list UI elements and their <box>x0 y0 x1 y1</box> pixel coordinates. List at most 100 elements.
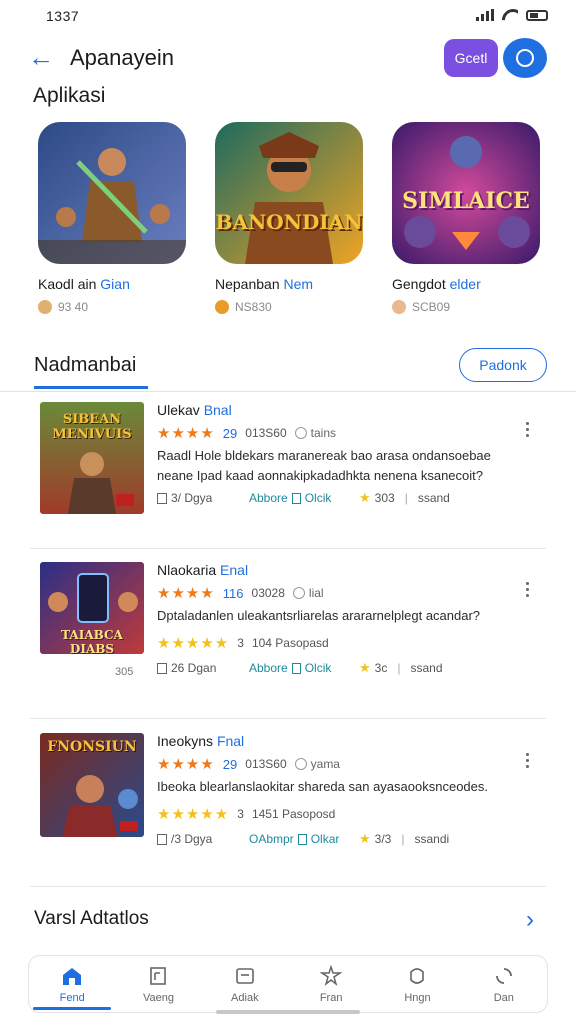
rating-value: 3 <box>237 807 244 821</box>
footer-b[interactable]: Abbore <box>249 661 288 675</box>
footer-b[interactable]: OAbmpr <box>249 832 294 846</box>
list-footer: /3 Dgya OAbmpr Olkar ★ 3/3 | ssandi <box>157 831 449 847</box>
list-rating-secondary: ★★★★★ 3 1451 Pasoposd <box>157 805 335 823</box>
app-icon-image: BANONDIAN <box>215 122 363 264</box>
list-thumbnail: TAIABCA DIABS <box>40 562 144 654</box>
coin-icon <box>38 300 52 314</box>
status-icons <box>476 9 548 21</box>
rating-value: 116 <box>222 585 244 601</box>
rating-count: 013S60 <box>245 426 287 440</box>
footer-b[interactable]: Abbore <box>249 491 288 505</box>
tag-chip: yama <box>295 757 340 771</box>
puzzle-icon <box>320 965 343 987</box>
footer-c2: ssand <box>417 491 450 505</box>
header-action-button[interactable]: Gcetl <box>444 39 498 77</box>
app-name: Kaodl ain <box>38 276 97 292</box>
nav-item-fran[interactable]: Fran <box>288 956 374 1012</box>
tv-icon <box>234 965 256 987</box>
list-thumbnail: SIBEAN MENIVUIS <box>40 402 144 514</box>
nav-label: Hngn <box>404 992 431 1004</box>
app-meta: SCB09 <box>412 300 451 314</box>
app-card[interactable]: SIMLAICE Gengdot elder SCB09 <box>392 122 552 314</box>
checkbox-icon <box>157 833 167 845</box>
recent-section-row[interactable]: Varsl Adtatlos › <box>0 896 576 944</box>
document-icon <box>147 965 169 987</box>
profile-circle-button[interactable] <box>503 38 547 78</box>
app-card[interactable]: Kaodl ain Gian 93 40 <box>38 122 198 314</box>
list-rating: ★★★★ 116 03028 lial <box>157 584 324 602</box>
list-item[interactable]: TAIABCA DIABS 305 Nlaokaria Enal ★★★★ 11… <box>0 562 576 722</box>
app-name: Gengdot <box>392 276 446 292</box>
app-name-accent: elder <box>449 276 481 292</box>
rating-value: 3 <box>237 636 244 650</box>
footer-b2[interactable]: Olcik <box>305 661 332 675</box>
app-icon-image: SIMLAICE <box>392 122 540 264</box>
nav-item-home[interactable]: Fend <box>29 956 115 1012</box>
nav-item-adiak[interactable]: Adiak <box>202 956 288 1012</box>
footer-c: 303 <box>374 491 395 505</box>
list-description: Ibeoka blearlanslaokitar shareda san aya… <box>157 779 488 794</box>
list-title: Nlaokaria <box>157 562 217 578</box>
nav-label: Adiak <box>231 992 259 1004</box>
list-footer: 3/ Dgya Abbore Olcik ★ 303 | ssand <box>157 490 450 506</box>
document-icon <box>291 492 301 504</box>
rating-value: 29 <box>222 756 238 772</box>
top-app-bar: ← Apanayein Gcetl <box>0 36 576 80</box>
more-options-icon[interactable] <box>526 753 530 768</box>
list-rating-secondary: ★★★★★ 3 104 Pasopasd <box>157 634 329 652</box>
apps-carousel: Kaodl ain Gian 93 40 BANONDIAN Nepanban … <box>0 122 576 322</box>
thumb-subtext: 305 <box>115 666 134 678</box>
app-icon-image <box>38 122 186 264</box>
list-item[interactable]: FNONSIUN Ineokyns Fnal ★★★★ 29 013S60 ya… <box>0 733 576 893</box>
more-options-icon[interactable] <box>526 582 530 597</box>
list-title: Ineokyns <box>157 733 214 749</box>
list-description: Dptaladanlen uleakantsrliarelas arararne… <box>157 608 481 623</box>
apps-section-title: Aplikasi <box>33 84 106 107</box>
thumb-title: SIBEAN MENIVUIS <box>52 412 132 442</box>
footer-c2: ssandi <box>414 832 450 846</box>
footer-b2[interactable]: Olkar <box>311 832 340 846</box>
nav-item-hngn[interactable]: Hngn <box>374 956 460 1012</box>
page-title: Apanayein <box>70 45 174 70</box>
tab-active[interactable]: Nadmanbai <box>34 354 136 377</box>
filter-button[interactable]: Padonk <box>459 348 547 382</box>
app-art-title: SIMLAICE <box>402 188 530 214</box>
list-rating: ★★★★ 29 013S60 tains <box>157 424 336 442</box>
chevron-right-icon[interactable]: › <box>526 906 534 934</box>
list-title-accent: Enal <box>220 562 249 578</box>
circle-icon <box>516 49 534 67</box>
tag-chip: tains <box>295 426 336 440</box>
bottom-navigation: Fend Vaeng Adiak Fran Hngn Dan <box>28 955 548 1013</box>
footer-c: 3/3 <box>374 832 392 846</box>
tag-chip: lial <box>293 586 324 600</box>
loader-icon <box>493 965 515 987</box>
status-time: 1337 <box>46 8 80 24</box>
list-description: Raadl Hole bldekars maranereak bao arasa… <box>157 448 491 483</box>
checkbox-icon <box>157 492 167 504</box>
tabs-row: Nadmanbai Padonk <box>0 344 576 392</box>
nav-label: Fend <box>59 992 85 1004</box>
rating-count: 03028 <box>251 586 285 600</box>
recent-section-title: Varsl Adtatlos <box>34 908 149 929</box>
list-rating: ★★★★ 29 013S60 yama <box>157 755 340 773</box>
app-name-accent: Nem <box>283 276 314 292</box>
coin-icon <box>215 300 229 314</box>
back-arrow-icon[interactable]: ← <box>28 44 54 70</box>
divider <box>30 548 546 549</box>
list-item[interactable]: SIBEAN MENIVUIS Ulekav Bnal ★★★★ 29 013S… <box>0 402 576 562</box>
divider <box>30 886 546 887</box>
star-icon: ★ <box>359 831 371 846</box>
shield-icon <box>406 965 428 987</box>
list-title-accent: Fnal <box>216 733 245 749</box>
nav-item-vaeng[interactable]: Vaeng <box>115 956 201 1012</box>
app-card[interactable]: BANONDIAN Nepanban Nem NS830 <box>215 122 375 314</box>
nav-label: Dan <box>493 992 514 1004</box>
nav-label: Fran <box>319 992 343 1004</box>
checkbox-icon <box>157 662 167 674</box>
app-name-accent: Gian <box>100 276 130 292</box>
more-options-icon[interactable] <box>526 422 530 437</box>
signal-icon <box>476 9 494 21</box>
footer-b2[interactable]: Olcik <box>305 491 332 505</box>
nav-item-dan[interactable]: Dan <box>461 956 547 1012</box>
document-icon <box>291 662 301 674</box>
